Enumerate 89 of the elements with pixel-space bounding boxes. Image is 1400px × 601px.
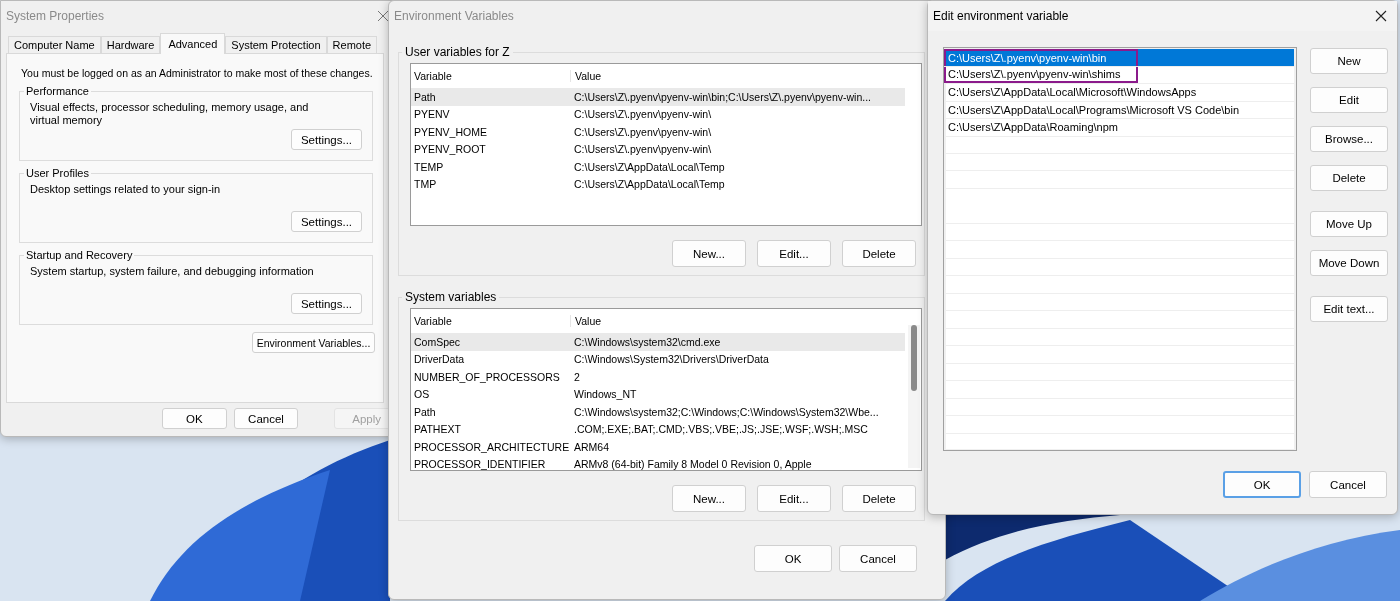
window-title: Edit environment variable bbox=[933, 9, 1069, 23]
table-button[interactable]: Edit... bbox=[757, 240, 831, 267]
scrollbar[interactable] bbox=[908, 325, 920, 468]
variable-value: C:\Windows\System32\Drivers\DriverData bbox=[573, 353, 769, 366]
table-button[interactable]: Edit... bbox=[757, 485, 831, 512]
list-action-button[interactable]: Edit text... bbox=[1310, 296, 1388, 322]
table-row[interactable]: PROCESSOR_IDENTIFIER ARMv8 (64-bit) Family 8 Model 0 Revision 0, Apple bbox=[411, 455, 905, 470]
variable-value: C:\Users\Z\AppData\Local\Temp bbox=[573, 178, 725, 191]
description-text: Desktop settings related to your sign-in bbox=[30, 183, 222, 197]
table-row[interactable]: NUMBER_OF_PROCESSORS 2 bbox=[411, 368, 905, 386]
group-label: System variables bbox=[404, 290, 498, 304]
table-button[interactable]: Delete bbox=[842, 240, 916, 267]
variable-value: C:\Windows\system32;C:\Windows;C:\Windows\System32\Wbe... bbox=[573, 405, 879, 418]
dialog-button[interactable]: Cancel bbox=[233, 408, 299, 429]
table-row[interactable]: PROCESSOR_ARCHITECTURE ARM64 bbox=[411, 438, 905, 456]
environment-variables-button[interactable]: Environment Variables... bbox=[252, 332, 375, 353]
table-button[interactable]: New... bbox=[672, 485, 746, 512]
variable-value: C:\Users\Z\.pyenv\pyenv-win\ bbox=[573, 125, 712, 138]
tab[interactable]: Remote bbox=[326, 36, 378, 53]
table-row[interactable]: DriverData C:\Windows\System32\Drivers\DriverData bbox=[411, 350, 905, 368]
variable-name: PYENV_ROOT bbox=[413, 143, 487, 156]
tab[interactable]: Computer Name bbox=[8, 36, 101, 53]
tab[interactable]: Hardware bbox=[100, 36, 161, 53]
list-action-button[interactable]: Edit bbox=[1310, 87, 1388, 113]
column-header[interactable]: Value bbox=[570, 70, 602, 82]
variable-value: Windows_NT bbox=[573, 388, 637, 401]
group-label: Performance bbox=[25, 85, 90, 97]
table-row[interactable]: Path C:\Users\Z\.pyenv\pyenv-win\bin;C:\Users\Z\.pyenv\pyenv-win... bbox=[411, 88, 905, 106]
tab[interactable]: Advanced bbox=[160, 33, 226, 54]
table-button[interactable]: Delete bbox=[842, 485, 916, 512]
variable-value: 2 bbox=[573, 370, 580, 383]
variable-value: C:\Users\Z\.pyenv\pyenv-win\ bbox=[573, 143, 712, 156]
variable-name: TMP bbox=[413, 178, 438, 191]
dialog-button[interactable]: OK bbox=[1223, 471, 1301, 498]
dialog-button[interactable]: Cancel bbox=[1309, 471, 1387, 498]
description-text: Visual effects, processor scheduling, memory usage, and virtual memory bbox=[30, 101, 310, 128]
variable-name: OS bbox=[413, 388, 431, 401]
settings-button[interactable]: Settings... bbox=[291, 293, 362, 314]
variable-value: ARMv8 (64-bit) Family 8 Model 0 Revision 0, Apple bbox=[573, 458, 812, 470]
variable-name: Path bbox=[413, 90, 437, 103]
group-label: User Profiles bbox=[25, 167, 90, 179]
table-row[interactable]: TEMP C:\Users\Z\AppData\Local\Temp bbox=[411, 158, 905, 176]
variable-name: PYENV bbox=[413, 108, 451, 121]
dialog-button[interactable]: OK bbox=[162, 408, 227, 429]
group-label: User variables for Z bbox=[404, 45, 511, 59]
table-row[interactable]: PYENV_ROOT C:\Users\Z\.pyenv\pyenv-win\ bbox=[411, 140, 905, 158]
variable-name: DriverData bbox=[413, 353, 466, 366]
list-action-button[interactable]: Browse... bbox=[1310, 126, 1388, 152]
variable-value: ARM64 bbox=[573, 440, 609, 453]
settings-button[interactable]: Settings... bbox=[291, 129, 362, 150]
variable-value: C:\Users\Z\AppData\Local\Temp bbox=[573, 160, 725, 173]
path-entry[interactable]: C:\Users\Z\.pyenv\pyenv-win\bin bbox=[946, 49, 1294, 67]
group-label: Startup and Recovery bbox=[25, 249, 134, 261]
table-row[interactable]: PYENV C:\Users\Z\.pyenv\pyenv-win\ bbox=[411, 105, 905, 123]
window-title: Environment Variables bbox=[394, 9, 514, 23]
dialog-button[interactable]: Cancel bbox=[839, 545, 917, 572]
dialog-button[interactable]: OK bbox=[754, 545, 832, 572]
table-row[interactable]: ComSpec C:\Windows\system32\cmd.exe bbox=[411, 333, 905, 351]
column-header[interactable]: Value bbox=[570, 315, 602, 327]
list-action-button[interactable]: Delete bbox=[1310, 165, 1388, 191]
variable-value: C:\Windows\system32\cmd.exe bbox=[573, 335, 721, 348]
variable-value: C:\Users\Z\.pyenv\pyenv-win\bin;C:\Users\Z\.pyenv\pyenv-win... bbox=[573, 90, 871, 103]
table-row[interactable]: OS Windows_NT bbox=[411, 385, 905, 403]
variable-name: PROCESSOR_IDENTIFIER bbox=[413, 458, 547, 470]
variable-name: Path bbox=[413, 405, 437, 418]
table-row[interactable]: PYENV_HOME C:\Users\Z\.pyenv\pyenv-win\ bbox=[411, 123, 905, 141]
list-action-button[interactable]: New bbox=[1310, 48, 1388, 74]
variable-name: TEMP bbox=[413, 160, 445, 173]
variable-value: C:\Users\Z\.pyenv\pyenv-win\ bbox=[573, 108, 712, 121]
table-button[interactable]: New... bbox=[672, 240, 746, 267]
variable-name: PATHEXT bbox=[413, 423, 462, 436]
variable-name: PROCESSOR_ARCHITECTURE bbox=[413, 440, 570, 453]
variable-name: ComSpec bbox=[413, 335, 462, 348]
table-row[interactable]: PATHEXT .COM;.EXE;.BAT;.CMD;.VBS;.VBE;.JS;.JSE;.WSF;.WSH;.MSC bbox=[411, 420, 905, 438]
variable-name: PYENV_HOME bbox=[413, 125, 488, 138]
list-action-button[interactable]: Move Up bbox=[1310, 211, 1388, 237]
window-title: System Properties bbox=[6, 9, 105, 23]
notice-text: You must be logged on as an Administrator to make most of these changes. bbox=[21, 67, 373, 79]
column-header[interactable]: Variable bbox=[411, 70, 570, 82]
list-action-button[interactable]: Move Down bbox=[1310, 250, 1388, 276]
column-header[interactable]: Variable bbox=[411, 315, 570, 327]
table-row[interactable]: TMP C:\Users\Z\AppData\Local\Temp bbox=[411, 175, 905, 193]
description-text: System startup, system failure, and debugging information bbox=[30, 265, 315, 279]
table-row[interactable]: Path C:\Windows\system32;C:\Windows;C:\Windows\System32\Wbe... bbox=[411, 403, 905, 421]
close-icon[interactable] bbox=[1375, 10, 1387, 22]
variable-name: NUMBER_OF_PROCESSORS bbox=[413, 370, 561, 383]
variable-value: .COM;.EXE;.BAT;.CMD;.VBS;.VBE;.JS;.JSE;.WSF;.WSH;.MSC bbox=[573, 423, 868, 436]
tab[interactable]: System Protection bbox=[225, 36, 327, 53]
settings-button[interactable]: Settings... bbox=[291, 211, 362, 232]
